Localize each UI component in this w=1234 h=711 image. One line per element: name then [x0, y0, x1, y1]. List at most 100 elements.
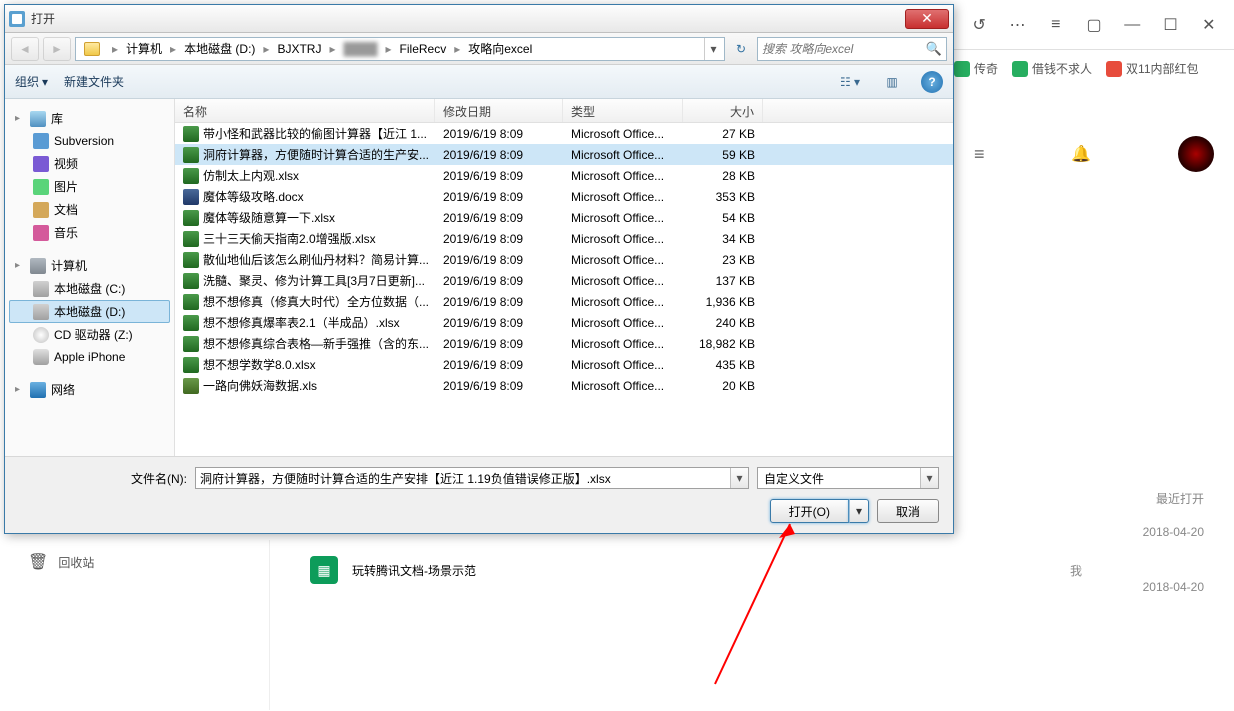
avatar[interactable]	[1178, 136, 1214, 172]
file-date: 2019/6/19 8:09	[435, 230, 563, 248]
bookmark-label: 双11内部红包	[1126, 60, 1198, 77]
tree-libraries[interactable]: ▸库	[9, 107, 170, 130]
close-button[interactable]: ✕	[905, 9, 949, 29]
cancel-button[interactable]: 取消	[877, 499, 939, 523]
file-date: 2019/6/19 8:09	[435, 146, 563, 164]
tree-item-selected[interactable]: 本地磁盘 (D:)	[9, 300, 170, 323]
file-row[interactable]: 想不想修真综合表格—新手强推（含的东...2019/6/19 8:09Micro…	[175, 333, 953, 354]
bookmark-item[interactable]: 借钱不求人	[1012, 60, 1092, 77]
filename-input[interactable]	[196, 471, 730, 485]
file-name: 洗髓、聚灵、修为计算工具[3月7日更新]...	[203, 272, 425, 289]
nav-back-button[interactable]: ◄	[11, 37, 39, 61]
browser-back-icon[interactable]: ↺	[964, 9, 994, 41]
tree-item[interactable]: 视频	[9, 152, 170, 175]
tree-item[interactable]: CD 驱动器 (Z:)	[9, 323, 170, 346]
file-row[interactable]: 魔体等级攻略.docx2019/6/19 8:09Microsoft Offic…	[175, 186, 953, 207]
browser-menu-icon[interactable]: ≡	[1041, 9, 1071, 41]
file-date: 2019/6/19 8:09	[435, 188, 563, 206]
filter-combo[interactable]: 自定义文件 ▾	[757, 467, 939, 489]
tree-item[interactable]: 文档	[9, 198, 170, 221]
doc-list-row[interactable]: ▦ 玩转腾讯文档-场景示范 我	[280, 540, 964, 600]
tree-item[interactable]: 本地磁盘 (C:)	[9, 277, 170, 300]
file-row[interactable]: 想不想修真（修真大时代）全方位数据（...2019/6/19 8:09Micro…	[175, 291, 953, 312]
col-size[interactable]: 大小	[683, 99, 763, 122]
chevron-down-icon: ▾	[42, 75, 48, 89]
file-row[interactable]: 仿制太上内观.xlsx2019/6/19 8:09Microsoft Offic…	[175, 165, 953, 186]
breadcrumb-item[interactable]: 攻略向excel	[462, 38, 538, 60]
bookmark-label: 传奇	[974, 60, 998, 77]
favicon	[1106, 61, 1122, 77]
file-size: 54 KB	[683, 209, 763, 227]
recent-label[interactable]: 最近打开	[1156, 490, 1204, 507]
file-row[interactable]: 洞府计算器，方便随时计算合适的生产安...2019/6/19 8:09Micro…	[175, 144, 953, 165]
bookmark-item[interactable]: 双11内部红包	[1106, 60, 1198, 77]
file-row[interactable]: 三十三天偷天指南2.0增强版.xlsx2019/6/19 8:09Microso…	[175, 228, 953, 249]
col-type[interactable]: 类型	[563, 99, 683, 122]
file-row[interactable]: 想不想修真爆率表2.1（半成品）.xlsx2019/6/19 8:09Micro…	[175, 312, 953, 333]
col-name[interactable]: 名称	[175, 99, 435, 122]
breadcrumb[interactable]: ▸计算机▸本地磁盘 (D:)▸BJXTRJ▸████▸FileRecv▸攻略向e…	[75, 37, 725, 61]
sidebar-item-trash[interactable]: 🗑 回收站	[0, 540, 269, 584]
breadcrumb-item[interactable]: ████	[337, 38, 383, 60]
search-input[interactable]	[762, 42, 926, 56]
favicon	[1012, 61, 1028, 77]
chevron-down-icon[interactable]: ▾	[920, 468, 938, 488]
file-name: 带小怪和武器比较的偷图计算器【近江 1...	[203, 125, 427, 142]
view-options-button[interactable]: ☷ ▾	[837, 70, 863, 94]
breadcrumb-item[interactable]: 计算机	[120, 38, 168, 60]
tree-network[interactable]: ▸网络	[9, 378, 170, 401]
help-button[interactable]: ?	[921, 71, 943, 93]
search-icon[interactable]: 🔍	[926, 41, 942, 57]
file-icon	[183, 168, 199, 184]
tree-item[interactable]: 音乐	[9, 221, 170, 244]
nav-bar: ◄ ► ▸计算机▸本地磁盘 (D:)▸BJXTRJ▸████▸FileRecv▸…	[5, 33, 953, 65]
file-name: 想不想学数学8.0.xlsx	[203, 356, 316, 373]
file-row[interactable]: 一路向佛妖海数据.xls2019/6/19 8:09Microsoft Offi…	[175, 375, 953, 396]
file-row[interactable]: 带小怪和武器比较的偷图计算器【近江 1...2019/6/19 8:09Micr…	[175, 123, 953, 144]
refresh-button[interactable]: ↻	[729, 37, 753, 61]
tree-item[interactable]: Subversion	[9, 130, 170, 152]
hamburger-icon[interactable]: ≡	[974, 144, 985, 165]
browser-minimize-icon[interactable]: —	[1117, 9, 1147, 41]
new-folder-button[interactable]: 新建文件夹	[64, 73, 124, 90]
bell-icon[interactable]: 🔔	[1071, 144, 1091, 164]
tree-item[interactable]: Apple iPhone	[9, 346, 170, 368]
file-type: Microsoft Office...	[563, 146, 683, 164]
browser-maximize-icon[interactable]: ☐	[1155, 9, 1185, 41]
breadcrumb-item[interactable]: BJXTRJ	[271, 38, 327, 60]
file-row[interactable]: 洗髓、聚灵、修为计算工具[3月7日更新]...2019/6/19 8:09Mic…	[175, 270, 953, 291]
search-box[interactable]: 🔍	[757, 37, 947, 61]
file-date: 2019/6/19 8:09	[435, 251, 563, 269]
nav-tree[interactable]: ▸库 Subversion 视频 图片 文档 音乐 ▸计算机 本地磁盘 (C:)…	[5, 99, 175, 456]
bookmark-item[interactable]: 传奇	[954, 60, 998, 77]
file-list-body[interactable]: 带小怪和武器比较的偷图计算器【近江 1...2019/6/19 8:09Micr…	[175, 123, 953, 456]
breadcrumb-item[interactable]: FileRecv	[394, 38, 453, 60]
col-date[interactable]: 修改日期	[435, 99, 563, 122]
file-open-dialog: 打开 ✕ ◄ ► ▸计算机▸本地磁盘 (D:)▸BJXTRJ▸████▸File…	[4, 4, 954, 534]
file-icon	[183, 378, 199, 394]
filename-combo[interactable]: ▾	[195, 467, 749, 489]
file-row[interactable]: 散仙地仙后该怎么刷仙丹材料？简易计算...2019/6/19 8:09Micro…	[175, 249, 953, 270]
open-button[interactable]: 打开(O)	[770, 499, 849, 523]
open-split-button[interactable]: ▾	[849, 499, 869, 523]
file-size: 23 KB	[683, 251, 763, 269]
tree-item[interactable]: 图片	[9, 175, 170, 198]
tree-computer[interactable]: ▸计算机	[9, 254, 170, 277]
file-row[interactable]: 想不想学数学8.0.xlsx2019/6/19 8:09Microsoft Of…	[175, 354, 953, 375]
dialog-footer: 文件名(N): ▾ 自定义文件 ▾ 打开(O) ▾ 取消	[5, 456, 953, 533]
nav-forward-button[interactable]: ►	[43, 37, 71, 61]
breadcrumb-item[interactable]: 本地磁盘 (D:)	[178, 38, 261, 60]
browser-more-icon[interactable]: ⋯	[1002, 9, 1032, 41]
file-icon	[183, 231, 199, 247]
organize-menu[interactable]: 组织 ▾	[15, 73, 48, 90]
chevron-down-icon[interactable]: ▾	[730, 468, 748, 488]
trash-icon: 🗑	[28, 552, 48, 572]
file-name: 想不想修真爆率表2.1（半成品）.xlsx	[203, 314, 400, 331]
browser-close-icon[interactable]: ✕	[1194, 9, 1224, 41]
titlebar[interactable]: 打开 ✕	[5, 5, 953, 33]
column-headers[interactable]: 名称 修改日期 类型 大小	[175, 99, 953, 123]
browser-ext-icon[interactable]: ▢	[1079, 9, 1109, 41]
preview-pane-button[interactable]: ▥	[879, 70, 905, 94]
file-row[interactable]: 魔体等级随意算一下.xlsx2019/6/19 8:09Microsoft Of…	[175, 207, 953, 228]
chevron-down-icon[interactable]: ▾	[704, 38, 722, 60]
